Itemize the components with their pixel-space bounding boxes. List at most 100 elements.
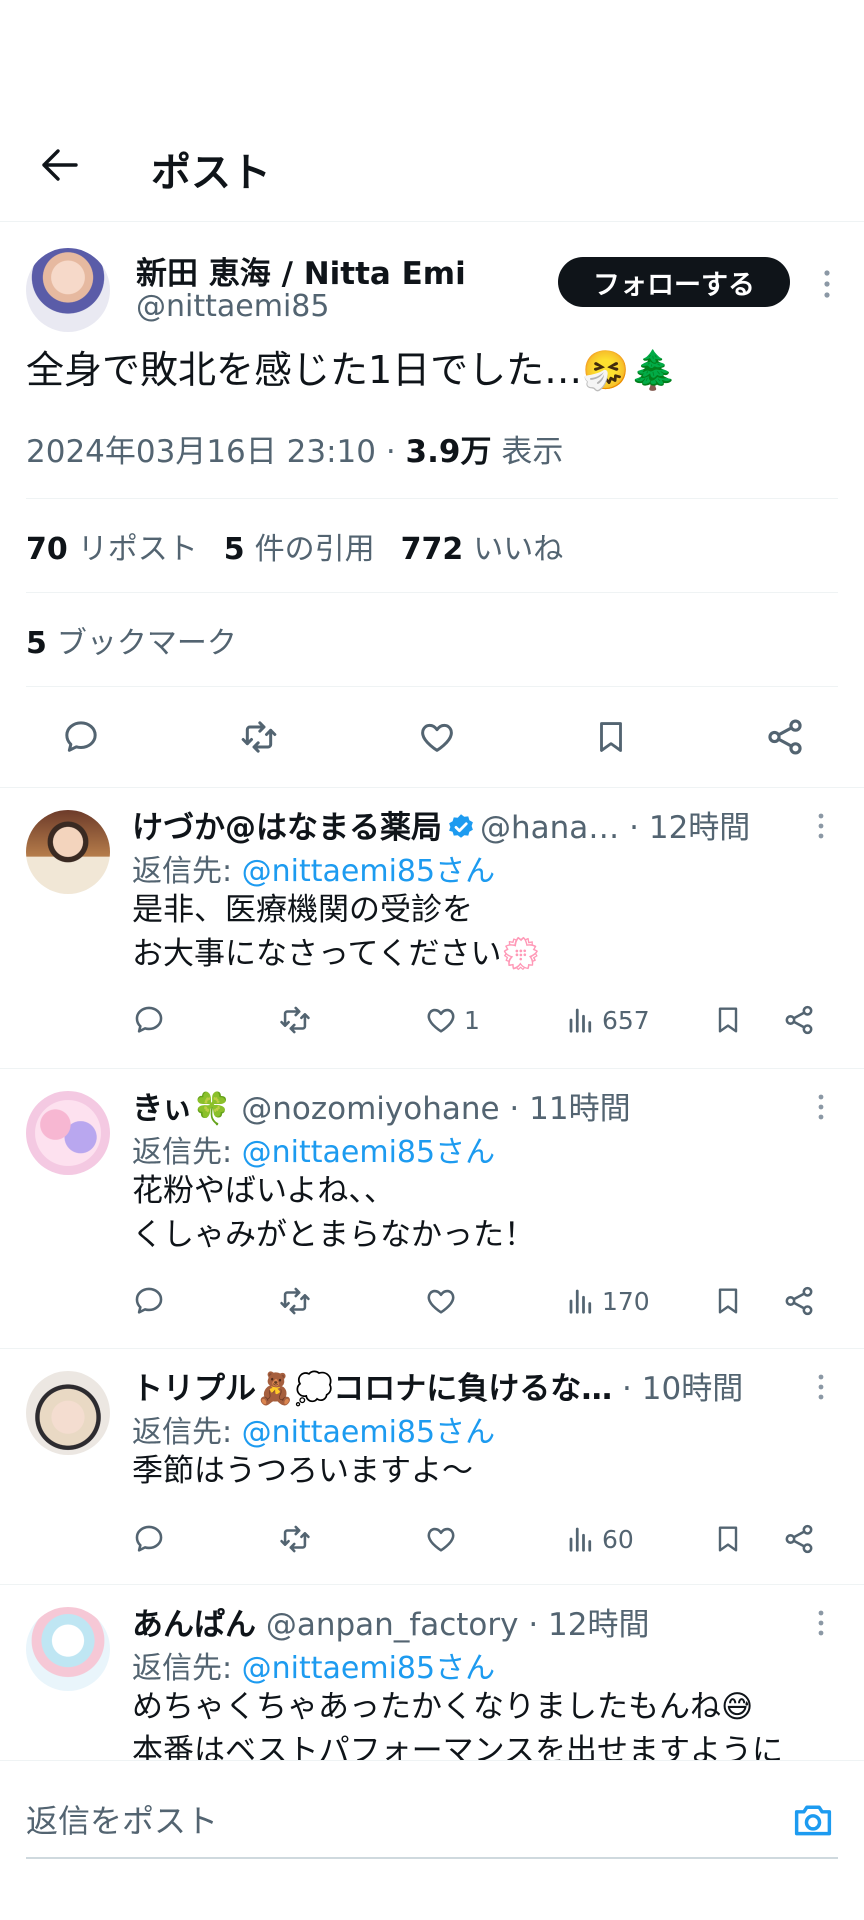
avatar[interactable]	[26, 1091, 110, 1175]
reply-text: 是非、医療機関の受診を お大事になさってください💮	[132, 892, 541, 972]
reply-author-name[interactable]: あんぱん	[132, 1607, 256, 1643]
follow-button[interactable]: フォローする	[558, 257, 790, 307]
repost-button[interactable]	[276, 1519, 314, 1559]
reply-icon	[135, 1006, 163, 1033]
repost-icon	[241, 721, 277, 753]
bookmark-icon	[718, 1288, 738, 1314]
page-title: ポスト	[151, 150, 271, 196]
share-button[interactable]	[782, 1519, 816, 1559]
reply-time: · 10時間	[612, 1371, 744, 1407]
bookmark-button[interactable]	[712, 1000, 744, 1040]
like-count: 1	[464, 1005, 480, 1035]
views-icon	[569, 1008, 592, 1033]
reply-icon	[65, 721, 97, 752]
reply-header: トリプル🧸💭コロナに負けるな… · 10時間	[132, 1363, 743, 1408]
reply-button[interactable]	[132, 1519, 166, 1559]
reply-header: けづか@はなまる薬局 @hana… · 12時間	[132, 802, 750, 847]
reply-author-name[interactable]: けづか@はなまる薬局	[132, 810, 442, 846]
back-button[interactable]	[36, 142, 82, 188]
views-count: 3.9万	[405, 434, 492, 470]
reposts-stat[interactable]: 70 リポスト	[26, 524, 198, 568]
meta-separator: ·	[375, 434, 406, 470]
avatar[interactable]	[26, 1371, 110, 1455]
reply-more-button[interactable]	[806, 806, 836, 846]
quotes-stat[interactable]: 5 件の引用	[224, 524, 375, 568]
bookmarks-stat[interactable]: 5 ブックマーク	[26, 618, 237, 662]
repost-button[interactable]	[276, 1000, 314, 1040]
back-arrow-icon	[42, 149, 78, 181]
reply-text: 季節はうつろいますよ〜	[132, 1453, 473, 1489]
like-button[interactable]	[424, 1281, 458, 1321]
like-icon	[421, 723, 453, 752]
views-count: 170	[602, 1286, 650, 1316]
composer-underline	[26, 1857, 838, 1859]
bookmark-button[interactable]	[592, 716, 630, 758]
share-button[interactable]	[782, 1000, 816, 1040]
reply-author-handle[interactable]: @anpan_factory	[266, 1607, 519, 1643]
reply-more-button[interactable]	[806, 1367, 836, 1407]
reply-button[interactable]	[132, 1000, 166, 1040]
views-button[interactable]: 60	[566, 1519, 634, 1559]
like-button[interactable]	[416, 717, 458, 757]
reply-icon	[135, 1525, 163, 1552]
reply-header: きぃ🍀 @nozomiyohane · 11時間	[132, 1083, 631, 1128]
camera-button[interactable]	[788, 1797, 838, 1843]
like-button[interactable]: 1	[424, 1000, 480, 1040]
bookmark-stats: 5 ブックマーク	[26, 593, 838, 686]
views-button[interactable]: 657	[566, 1000, 650, 1040]
repost-button[interactable]	[236, 717, 282, 757]
reply-time: · 12時間	[619, 810, 751, 846]
reply-author-name[interactable]: きぃ🍀	[132, 1091, 231, 1127]
reply-more-button[interactable]	[806, 1087, 836, 1127]
bookmark-icon	[600, 722, 622, 752]
reply-to-handle[interactable]: @nittaemi85さん	[242, 1135, 495, 1170]
camera-icon	[794, 1805, 832, 1836]
reply-item[interactable]: きぃ🍀 @nozomiyohane · 11時間 返信先: @nittaemi8…	[0, 1069, 864, 1349]
reply-item[interactable]: けづか@はなまる薬局 @hana… · 12時間 返信先: @nittaemi85…	[0, 788, 864, 1069]
views-count: 60	[602, 1524, 634, 1554]
post-timestamp[interactable]: 2024年03月16日 23:10	[26, 434, 376, 470]
repost-icon	[280, 1525, 310, 1553]
author-name[interactable]: 新田 恵海 / Nitta Emi	[136, 248, 466, 293]
repost-icon	[280, 1006, 310, 1034]
avatar[interactable]	[26, 1607, 110, 1691]
author-handle[interactable]: @nittaemi85	[136, 289, 329, 324]
post-more-button[interactable]	[812, 264, 842, 304]
reply-action-bar: 1 657	[132, 1000, 832, 1040]
post-action-bar	[26, 687, 838, 787]
reply-more-button[interactable]	[806, 1603, 836, 1643]
avatar[interactable]	[26, 248, 110, 332]
reply-time: · 11時間	[499, 1091, 631, 1127]
like-icon	[427, 1008, 455, 1033]
reply-to: 返信先: @nittaemi85さん	[132, 1135, 496, 1170]
reply-author-handle[interactable]: @nozomiyohane	[241, 1091, 499, 1127]
reply-button[interactable]	[60, 717, 102, 757]
reply-to-handle[interactable]: @nittaemi85さん	[242, 1651, 495, 1686]
reply-item[interactable]: トリプル🧸💭コロナに負けるな… · 10時間 返信先: @nittaemi85さ…	[0, 1349, 864, 1585]
share-icon	[785, 1524, 813, 1554]
reply-composer	[0, 1760, 864, 1920]
share-button[interactable]	[782, 1281, 816, 1321]
reply-input[interactable]	[26, 1795, 726, 1847]
repost-button[interactable]	[276, 1281, 314, 1321]
share-button[interactable]	[764, 716, 806, 758]
reply-action-bar: 170	[132, 1281, 832, 1321]
reply-author-name[interactable]: トリプル🧸💭コロナに負けるな…	[132, 1371, 612, 1407]
reply-icon	[135, 1287, 163, 1314]
share-icon	[768, 719, 802, 755]
bookmark-button[interactable]	[712, 1281, 744, 1321]
reply-to-handle[interactable]: @nittaemi85さん	[242, 854, 495, 889]
share-icon	[785, 1286, 813, 1316]
bookmark-button[interactable]	[712, 1519, 744, 1559]
more-icon	[824, 270, 830, 298]
bookmark-icon	[718, 1007, 738, 1033]
main-post: 新田 恵海 / Nitta Emi @nittaemi85 フォローする 全身で…	[0, 222, 864, 787]
reply-button[interactable]	[132, 1281, 166, 1321]
reply-to: 返信先: @nittaemi85さん	[132, 854, 496, 889]
views-button[interactable]: 170	[566, 1281, 650, 1321]
reply-to-handle[interactable]: @nittaemi85さん	[242, 1415, 495, 1450]
like-button[interactable]	[424, 1519, 458, 1559]
avatar[interactable]	[26, 810, 110, 894]
reply-author-handle[interactable]: @hana…	[480, 810, 619, 846]
likes-stat[interactable]: 772 いいね	[401, 524, 564, 568]
